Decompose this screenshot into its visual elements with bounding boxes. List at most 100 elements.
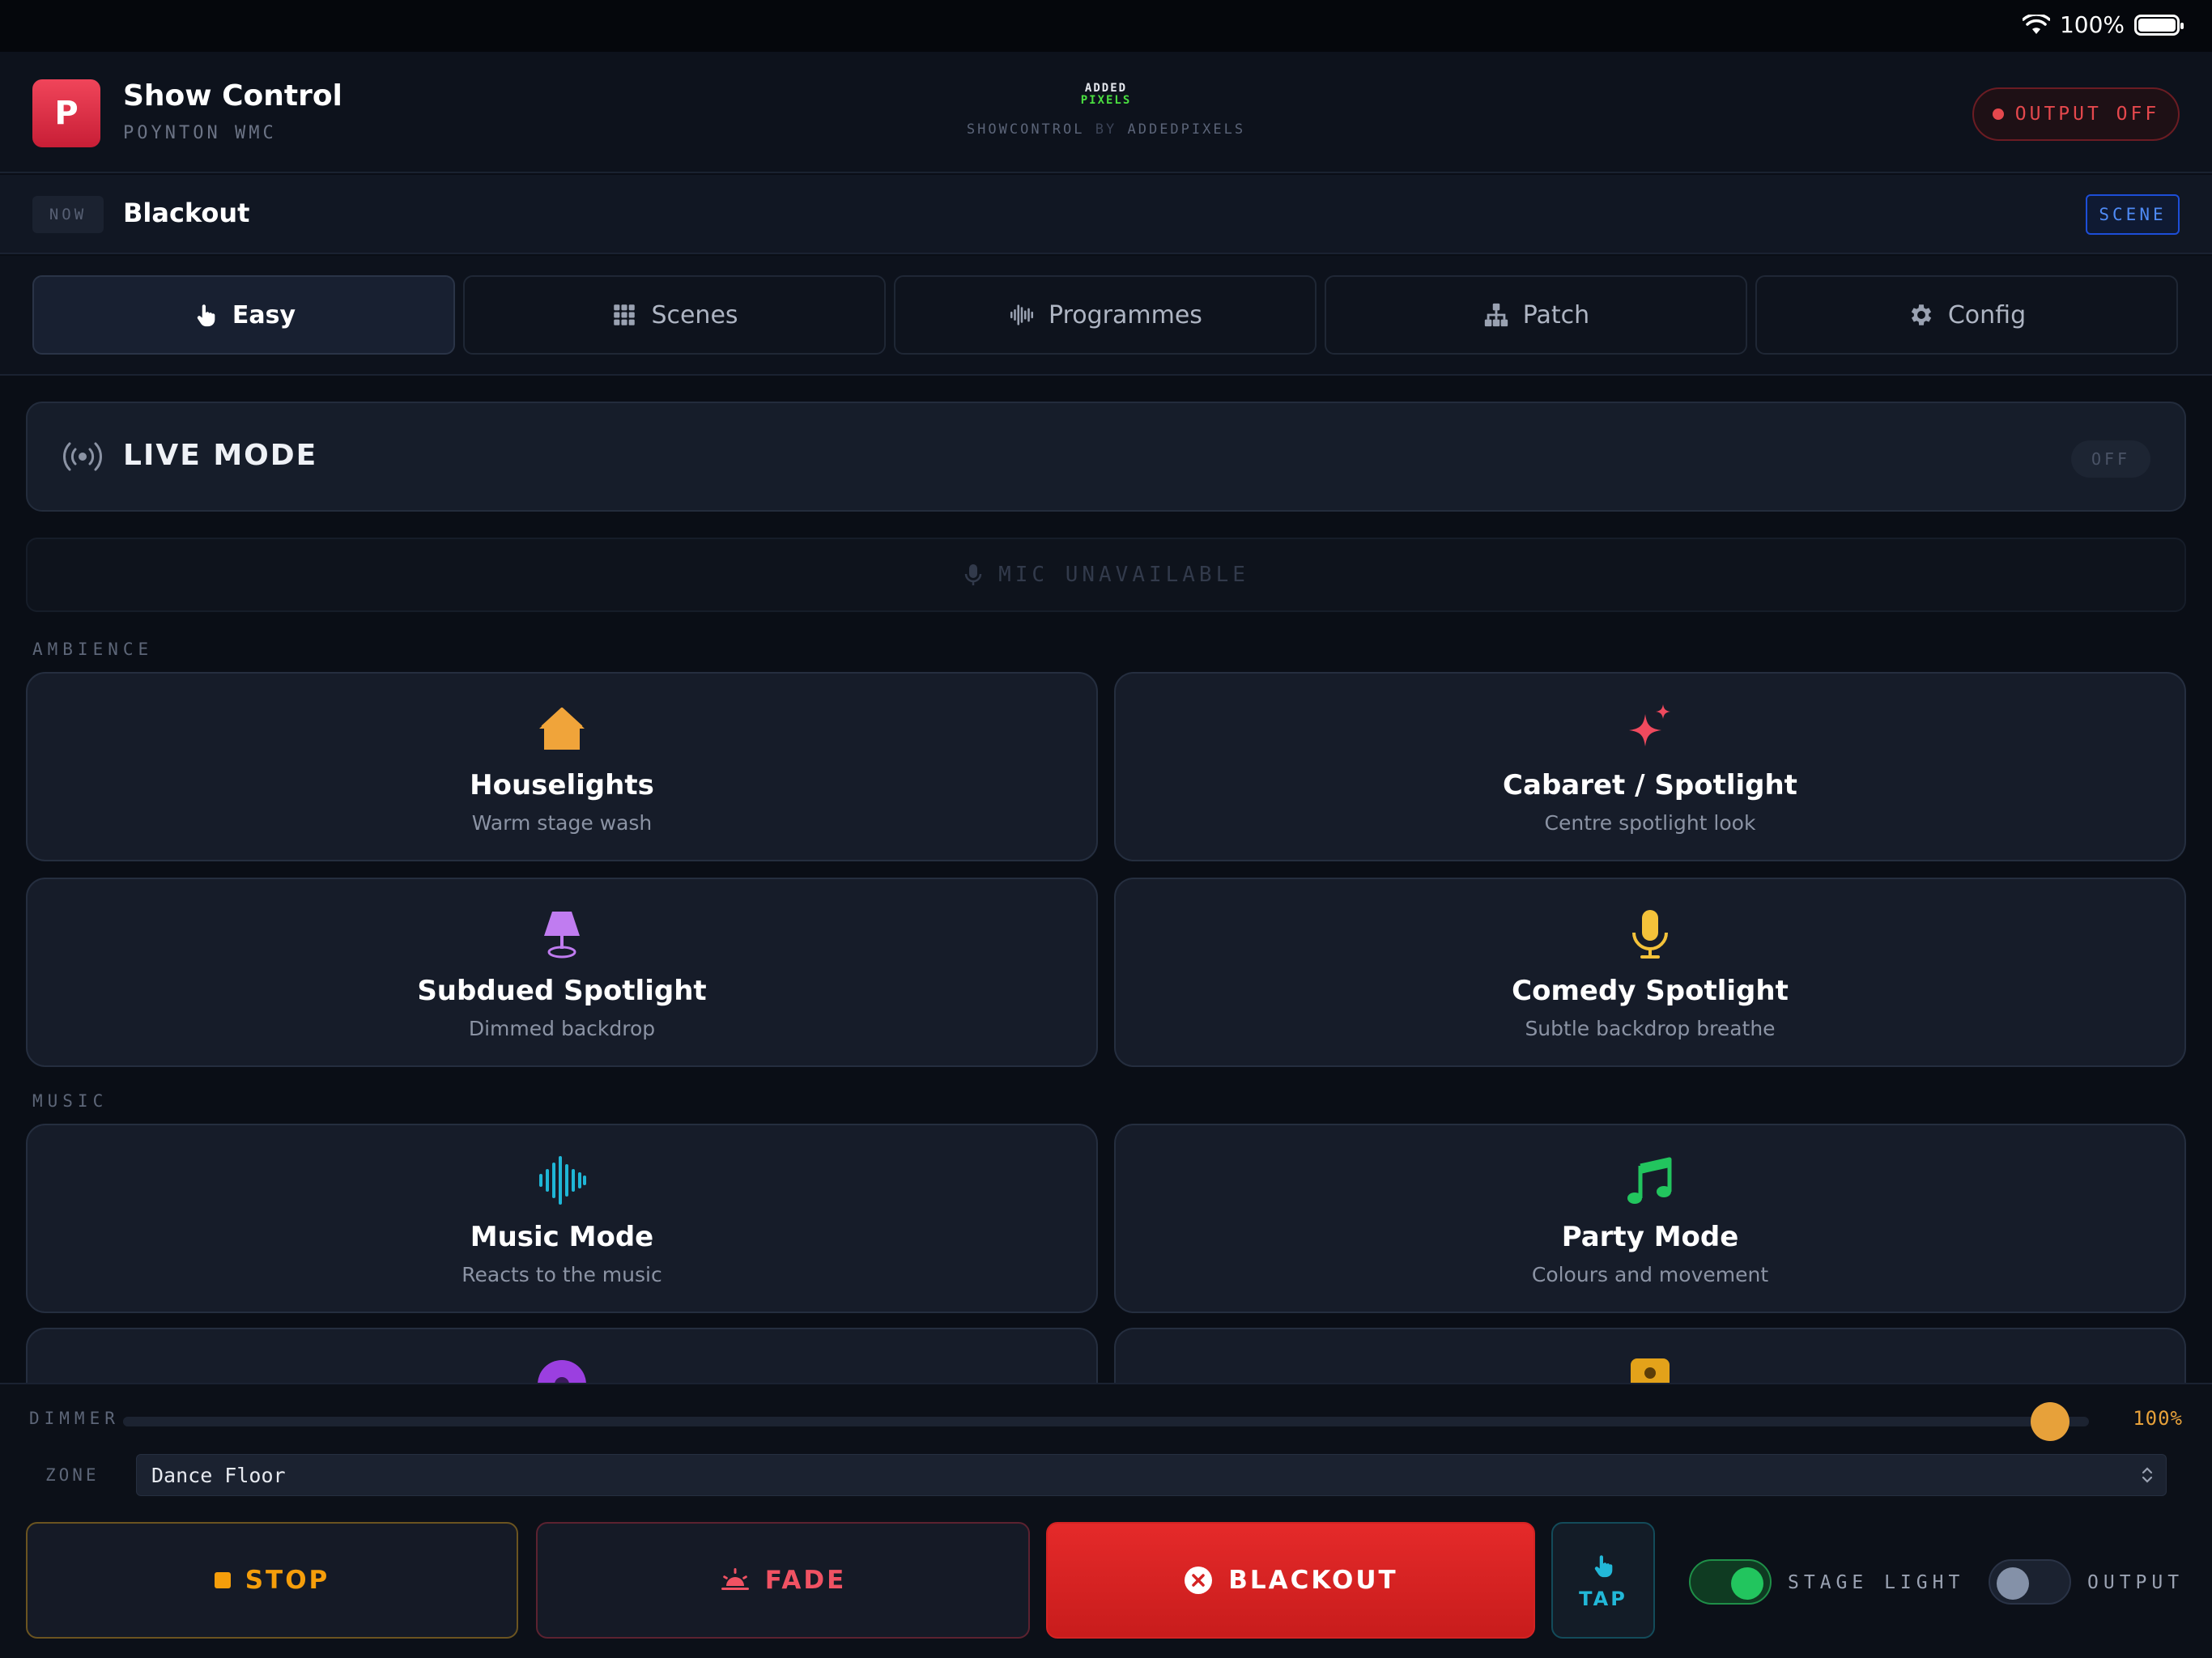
toggle-knob xyxy=(1997,1567,2029,1600)
dimmer-value: 100% xyxy=(2133,1407,2183,1430)
scene-card-title: Houselights xyxy=(470,769,654,801)
dimmer-slider[interactable] xyxy=(123,1402,2089,1441)
tab-label: Patch xyxy=(1522,300,1590,329)
disc-icon xyxy=(538,1360,586,1383)
brand-tag-left: SHOWCONTROL xyxy=(966,121,1085,138)
blackout-label: BLACKOUT xyxy=(1228,1566,1398,1595)
grid-icon xyxy=(614,304,636,325)
battery-icon xyxy=(2134,14,2184,36)
stop-icon xyxy=(214,1572,231,1588)
output-toggle[interactable] xyxy=(1989,1559,2071,1605)
dimmer-slider-knob[interactable] xyxy=(2031,1402,2069,1441)
zone-select-value: Dance Floor xyxy=(151,1463,286,1487)
house-icon xyxy=(539,708,585,750)
scene-card-cabaret-spotlight[interactable]: Cabaret / Spotlight Centre spotlight loo… xyxy=(1114,672,2186,861)
scene-card-subtitle: Subtle backdrop breathe xyxy=(1525,1017,1776,1040)
network-icon xyxy=(1484,303,1508,327)
brand-logo: ADDED PIXELS SHOWCONTROL BY ADDEDPIXELS xyxy=(967,83,1245,138)
scene-card-partial[interactable] xyxy=(1114,1328,2186,1383)
battery-percent: 100% xyxy=(2059,11,2125,38)
live-mode-toggle[interactable]: OFF xyxy=(2071,440,2150,478)
scene-card-houselights[interactable]: Houselights Warm stage wash xyxy=(26,672,1098,861)
dimmer-label: DIMMER xyxy=(29,1409,120,1428)
chevron-up-down-icon xyxy=(2142,1467,2153,1483)
brand-mark-line1: ADDED xyxy=(1084,82,1128,95)
tab-label: Easy xyxy=(232,300,296,329)
now-tag: NOW xyxy=(32,196,104,233)
section-label-music: MUSIC xyxy=(32,1091,108,1111)
broadcast-icon xyxy=(63,442,102,471)
brand-tag-by: BY xyxy=(1095,121,1117,138)
tab-config[interactable]: Config xyxy=(1755,275,2178,355)
scene-card-title: Cabaret / Spotlight xyxy=(1503,769,1797,801)
scene-type-badge: SCENE xyxy=(2086,194,2180,235)
scene-card-comedy-spotlight[interactable]: Comedy Spotlight Subtle backdrop breathe xyxy=(1114,878,2186,1067)
status-indicators: 100% xyxy=(2022,11,2184,38)
mic-status-bar: MIC UNAVAILABLE xyxy=(26,538,2186,612)
live-mode-panel[interactable]: LIVE MODE OFF xyxy=(26,402,2186,512)
output-status-dot xyxy=(1992,108,2004,120)
hand-pointer-icon xyxy=(197,304,215,327)
microphone-icon xyxy=(1632,910,1668,959)
sunset-icon xyxy=(721,1568,749,1590)
scroll-overflow-area xyxy=(0,1328,2212,1383)
blackout-button[interactable]: BLACKOUT xyxy=(1046,1522,1535,1639)
sparkles-icon xyxy=(1629,704,1670,746)
now-playing-bar: NOW Blackout SCENE xyxy=(0,175,2212,254)
brand-mark: ADDED PIXELS xyxy=(967,83,1245,107)
dimmer-slider-fill xyxy=(123,1417,2050,1426)
tab-programmes[interactable]: Programmes xyxy=(894,275,1317,355)
brand-tagline: SHOWCONTROL BY ADDEDPIXELS xyxy=(967,121,1245,138)
stop-button[interactable]: STOP xyxy=(26,1522,518,1639)
stage-light-label: STAGE LIGHT xyxy=(1788,1572,1965,1593)
close-circle-icon xyxy=(1185,1567,1213,1594)
tab-scenes[interactable]: Scenes xyxy=(463,275,886,355)
current-scene-name: Blackout xyxy=(123,198,250,228)
live-mode-label: LIVE MODE xyxy=(123,439,318,472)
lamp-icon xyxy=(544,912,580,959)
status-bar: 100% xyxy=(0,0,2212,52)
scene-card-subtitle: Reacts to the music xyxy=(462,1263,662,1286)
output-toggle-label: OUTPUT xyxy=(2087,1572,2184,1593)
fade-button[interactable]: FADE xyxy=(536,1522,1030,1639)
output-button-label: OUTPUT OFF xyxy=(2014,104,2160,125)
music-note-icon xyxy=(1627,1157,1672,1204)
scene-card-party-mode[interactable]: Party Mode Colours and movement xyxy=(1114,1124,2186,1313)
control-dock: DIMMER 100% ZONE Dance Floor STOP FADE B… xyxy=(0,1383,2212,1658)
app-title: Show Control xyxy=(123,79,342,113)
mic-status-label: MIC UNAVAILABLE xyxy=(998,563,1249,587)
microphone-icon xyxy=(964,564,982,585)
hand-pointer-icon xyxy=(1594,1555,1613,1578)
stage-light-toggle[interactable] xyxy=(1689,1559,1772,1605)
zone-select[interactable]: Dance Floor xyxy=(136,1454,2167,1496)
scene-card-subtitle: Centre spotlight look xyxy=(1544,811,1756,835)
section-label-ambience: AMBIENCE xyxy=(32,640,154,659)
scene-card-title: Subdued Spotlight xyxy=(417,975,707,1007)
tap-label: TAP xyxy=(1579,1588,1627,1610)
scene-card-music-mode[interactable]: Music Mode Reacts to the music xyxy=(26,1124,1098,1313)
scene-card-partial[interactable] xyxy=(26,1328,1098,1383)
stop-label: STOP xyxy=(245,1566,330,1595)
brand-tag-right: ADDEDPIXELS xyxy=(1127,121,1246,138)
toggle-knob xyxy=(1731,1567,1763,1600)
venue-name: POYNTON WMC xyxy=(123,123,277,143)
zone-label: ZONE xyxy=(45,1465,100,1485)
speaker-icon xyxy=(1631,1358,1670,1383)
tap-tempo-button[interactable]: TAP xyxy=(1551,1522,1655,1639)
scene-card-subtitle: Dimmed backdrop xyxy=(468,1017,656,1040)
tab-label: Programmes xyxy=(1049,300,1202,329)
app-logo: P xyxy=(32,79,100,147)
waveform-icon xyxy=(1010,304,1034,325)
tab-label: Config xyxy=(1947,300,2027,329)
main-tabs: Easy Scenes Programmes Patch Config xyxy=(0,256,2212,376)
scene-card-title: Comedy Spotlight xyxy=(1512,975,1789,1007)
scene-card-subtitle: Colours and movement xyxy=(1531,1263,1769,1286)
tab-patch[interactable]: Patch xyxy=(1325,275,1747,355)
app-logo-letter: P xyxy=(54,95,79,132)
tab-easy[interactable]: Easy xyxy=(32,275,455,355)
tab-label: Scenes xyxy=(651,300,738,329)
output-toggle-button[interactable]: OUTPUT OFF xyxy=(1972,87,2180,141)
scene-card-subdued-spotlight[interactable]: Subdued Spotlight Dimmed backdrop xyxy=(26,878,1098,1067)
fade-label: FADE xyxy=(764,1566,847,1595)
app-header: P Show Control POYNTON WMC ADDED PIXELS … xyxy=(0,52,2212,173)
